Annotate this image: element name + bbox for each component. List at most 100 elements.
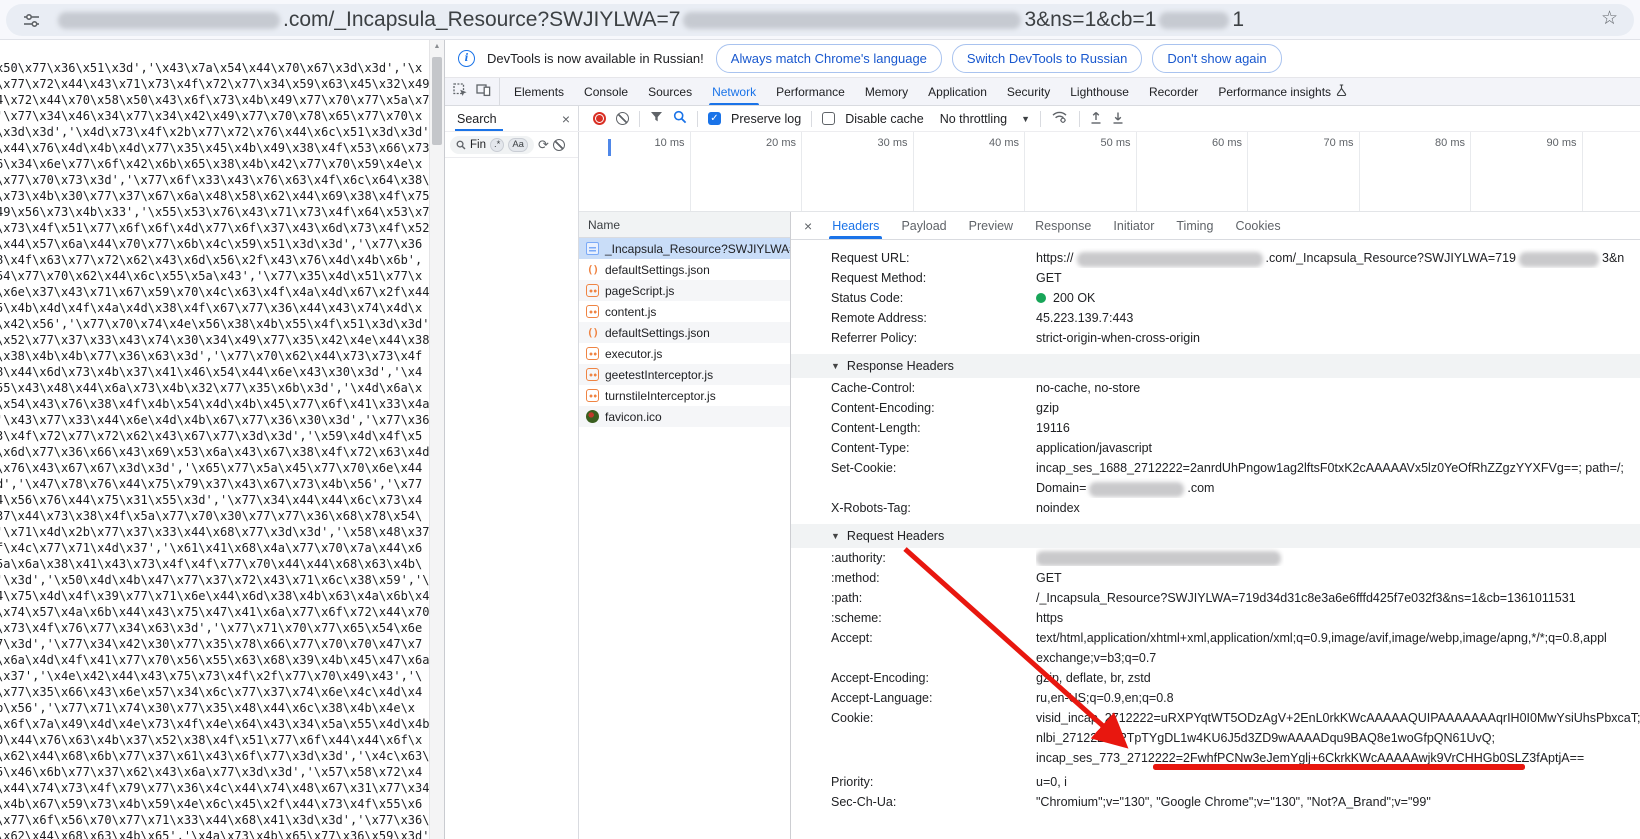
code-line: \x73\x4b\x30\x77\x37\x67\x6a\x48\x58\x62… bbox=[0, 188, 429, 204]
filter-icon[interactable] bbox=[650, 111, 663, 126]
scrollbar-up-arrow[interactable]: ▲ bbox=[430, 40, 444, 54]
network-conditions-icon[interactable] bbox=[1051, 110, 1069, 127]
code-line: \x6e\x37\x43\x71\x67\x59\x70\x4c\x63\x4f… bbox=[0, 284, 429, 300]
tab-recorder[interactable]: Recorder bbox=[1139, 78, 1208, 105]
bookmark-star-icon[interactable]: ☆ bbox=[1601, 7, 1618, 30]
infobar-buttons: Always match Chrome's language Switch Dev… bbox=[716, 44, 1282, 73]
code-line: \x77\x35\x66\x43\x6e\x57\x34\x6c\x77\x37… bbox=[0, 684, 429, 700]
network-overview-timeline[interactable]: 10 ms20 ms30 ms40 ms50 ms60 ms70 ms80 ms… bbox=[579, 132, 1640, 212]
tab-security[interactable]: Security bbox=[997, 78, 1060, 105]
request-row[interactable]: favicon.ico bbox=[579, 406, 790, 427]
close-search-drawer-icon[interactable]: × bbox=[562, 111, 570, 127]
disable-cache-checkbox[interactable] bbox=[822, 112, 835, 125]
code-line: 6\x34\x6e\x77\x6f\x42\x6b\x65\x38\x4b\x4… bbox=[0, 156, 429, 172]
flask-icon bbox=[1336, 84, 1347, 99]
search-network-icon[interactable] bbox=[673, 110, 687, 127]
collapse-triangle-icon: ▼ bbox=[831, 361, 840, 371]
disable-cache-label[interactable]: Disable cache bbox=[845, 112, 924, 126]
code-line: d','\x47\x78\x76\x44\x75\x79\x37\x43\x67… bbox=[0, 476, 429, 492]
tab-memory[interactable]: Memory bbox=[855, 78, 918, 105]
search-icon bbox=[456, 140, 466, 150]
refresh-search-icon[interactable]: ⟳ bbox=[538, 138, 549, 151]
match-case-toggle[interactable]: Aa bbox=[508, 138, 528, 152]
request-table: Name _Incapsula_Resource?SWJIYLWA=...def… bbox=[579, 212, 791, 839]
request-headers-section[interactable]: ▼ Request Headers bbox=[791, 524, 1640, 548]
clear-search-icon[interactable] bbox=[553, 139, 565, 151]
details-tab-initiator[interactable]: Initiator bbox=[1102, 212, 1165, 239]
header-row-scheme: :scheme:https bbox=[791, 608, 1640, 628]
response-headers-section[interactable]: ▼ Response Headers bbox=[791, 354, 1640, 378]
header-row-content-encoding: Content-Encoding:gzip bbox=[791, 398, 1640, 418]
preserve-log-checkbox[interactable]: ✓ bbox=[708, 112, 721, 125]
code-line: 8\x4f\x63\x77\x72\x62\x43\x6d\x56\x2f\x4… bbox=[0, 252, 429, 268]
import-har-icon[interactable] bbox=[1090, 111, 1102, 127]
request-row[interactable]: content.js bbox=[579, 301, 790, 322]
regex-toggle[interactable]: .* bbox=[490, 138, 504, 152]
timeline-tick: 70 ms bbox=[1248, 132, 1360, 211]
details-tab-headers[interactable]: Headers bbox=[821, 212, 890, 239]
details-tab-payload[interactable]: Payload bbox=[890, 212, 957, 239]
preserve-log-label[interactable]: Preserve log bbox=[731, 112, 801, 126]
toolbar-separator bbox=[811, 111, 812, 127]
chevron-down-icon[interactable]: ▼ bbox=[1021, 114, 1030, 124]
request-row[interactable]: pageScript.js bbox=[579, 280, 790, 301]
request-row[interactable]: defaultSettings.json bbox=[579, 259, 790, 280]
device-toolbar-icon[interactable] bbox=[476, 83, 491, 100]
header-row-priority: Priority:u=0, i bbox=[791, 772, 1640, 792]
code-line: 5\x4b\x4d\x4f\x4a\x4d\x38\x4f\x67\x77\x3… bbox=[0, 300, 429, 316]
tab-performance[interactable]: Performance bbox=[766, 78, 855, 105]
export-har-icon[interactable] bbox=[1112, 111, 1124, 127]
page-scrollbar[interactable]: ▲ bbox=[429, 40, 444, 839]
record-network-log-icon[interactable] bbox=[593, 112, 606, 125]
code-line: x50\x77\x36\x51\x3d','\x43\x7a\x54\x44\x… bbox=[0, 60, 429, 76]
request-row[interactable]: geetestInterceptor.js bbox=[579, 364, 790, 385]
request-name: _Incapsula_Resource?SWJIYLWA=... bbox=[605, 242, 790, 256]
site-settings-icon[interactable] bbox=[22, 11, 41, 30]
details-tab-cookies[interactable]: Cookies bbox=[1224, 212, 1291, 239]
code-line: \x38\x4b\x4b\x77\x36\x63\x3d','\x77\x70\… bbox=[0, 348, 429, 364]
tab-lighthouse[interactable]: Lighthouse bbox=[1060, 78, 1139, 105]
request-table-header[interactable]: Name bbox=[579, 212, 790, 238]
details-tab-preview[interactable]: Preview bbox=[958, 212, 1024, 239]
code-line: \x6d\x77\x36\x66\x43\x69\x53\x6a\x43\x67… bbox=[0, 444, 429, 460]
code-line: \x73\x4f\x76\x77\x34\x63\x3d','\x77\x71\… bbox=[0, 620, 429, 636]
clear-network-log-icon[interactable] bbox=[616, 112, 629, 125]
infobar-button[interactable]: Always match Chrome's language bbox=[716, 44, 942, 73]
header-row-authority: :authority: bbox=[791, 548, 1640, 568]
tab-console[interactable]: Console bbox=[574, 78, 638, 105]
tab-elements[interactable]: Elements bbox=[504, 78, 574, 105]
tab-sources[interactable]: Sources bbox=[638, 78, 702, 105]
header-row-x-robots-tag: X-Robots-Tag:noindex bbox=[791, 498, 1640, 518]
search-query-text[interactable]: Fin bbox=[470, 139, 486, 151]
search-input[interactable]: Fin .* Aa bbox=[450, 136, 534, 154]
tab-performance-insights[interactable]: Performance insights bbox=[1208, 78, 1357, 105]
infobar-button[interactable]: Switch DevTools to Russian bbox=[952, 44, 1142, 73]
request-row[interactable]: turnstileInterceptor.js bbox=[579, 385, 790, 406]
details-tab-response[interactable]: Response bbox=[1024, 212, 1102, 239]
script-file-icon bbox=[586, 347, 599, 360]
request-row[interactable]: executor.js bbox=[579, 343, 790, 364]
json-file-icon bbox=[586, 263, 599, 276]
request-row[interactable]: _Incapsula_Resource?SWJIYLWA=... bbox=[579, 238, 790, 259]
headers-body: Request URL: https://.com/_Incapsula_Res… bbox=[791, 240, 1640, 839]
annotation-underline bbox=[1153, 764, 1525, 770]
code-line: 55\x43\x48\x44\x6a\x73\x4b\x32\x77\x35\x… bbox=[0, 380, 429, 396]
scrollbar-thumb[interactable] bbox=[432, 57, 442, 145]
tab-application[interactable]: Application bbox=[918, 78, 997, 105]
timeline-tick: 30 ms bbox=[802, 132, 914, 211]
details-tab-timing[interactable]: Timing bbox=[1165, 212, 1224, 239]
throttling-select[interactable]: No throttling bbox=[940, 112, 1007, 126]
details-tabs-row: × HeadersPayloadPreviewResponseInitiator… bbox=[791, 212, 1640, 240]
address-bar[interactable]: .com/_Incapsula_Resource?SWJIYLWA=73&ns=… bbox=[6, 4, 1634, 36]
redacted-host bbox=[1077, 252, 1263, 267]
request-row[interactable]: defaultSettings.json bbox=[579, 322, 790, 343]
infobar-button[interactable]: Don't show again bbox=[1152, 44, 1281, 73]
search-drawer-tab[interactable]: Search × bbox=[445, 106, 579, 131]
header-row-cookie-line3: incap_ses_773_2712222=2FwhfPCNw3eJemYglj… bbox=[791, 748, 1640, 768]
inspect-element-icon[interactable] bbox=[453, 83, 468, 100]
info-icon: i bbox=[458, 50, 475, 67]
tab-network[interactable]: Network bbox=[702, 78, 766, 105]
header-row-content-type: Content-Type:application/javascript bbox=[791, 438, 1640, 458]
code-line: \x74\x57\x4a\x6b\x44\x43\x75\x47\x41\x6a… bbox=[0, 604, 429, 620]
close-details-icon[interactable]: × bbox=[795, 212, 821, 239]
